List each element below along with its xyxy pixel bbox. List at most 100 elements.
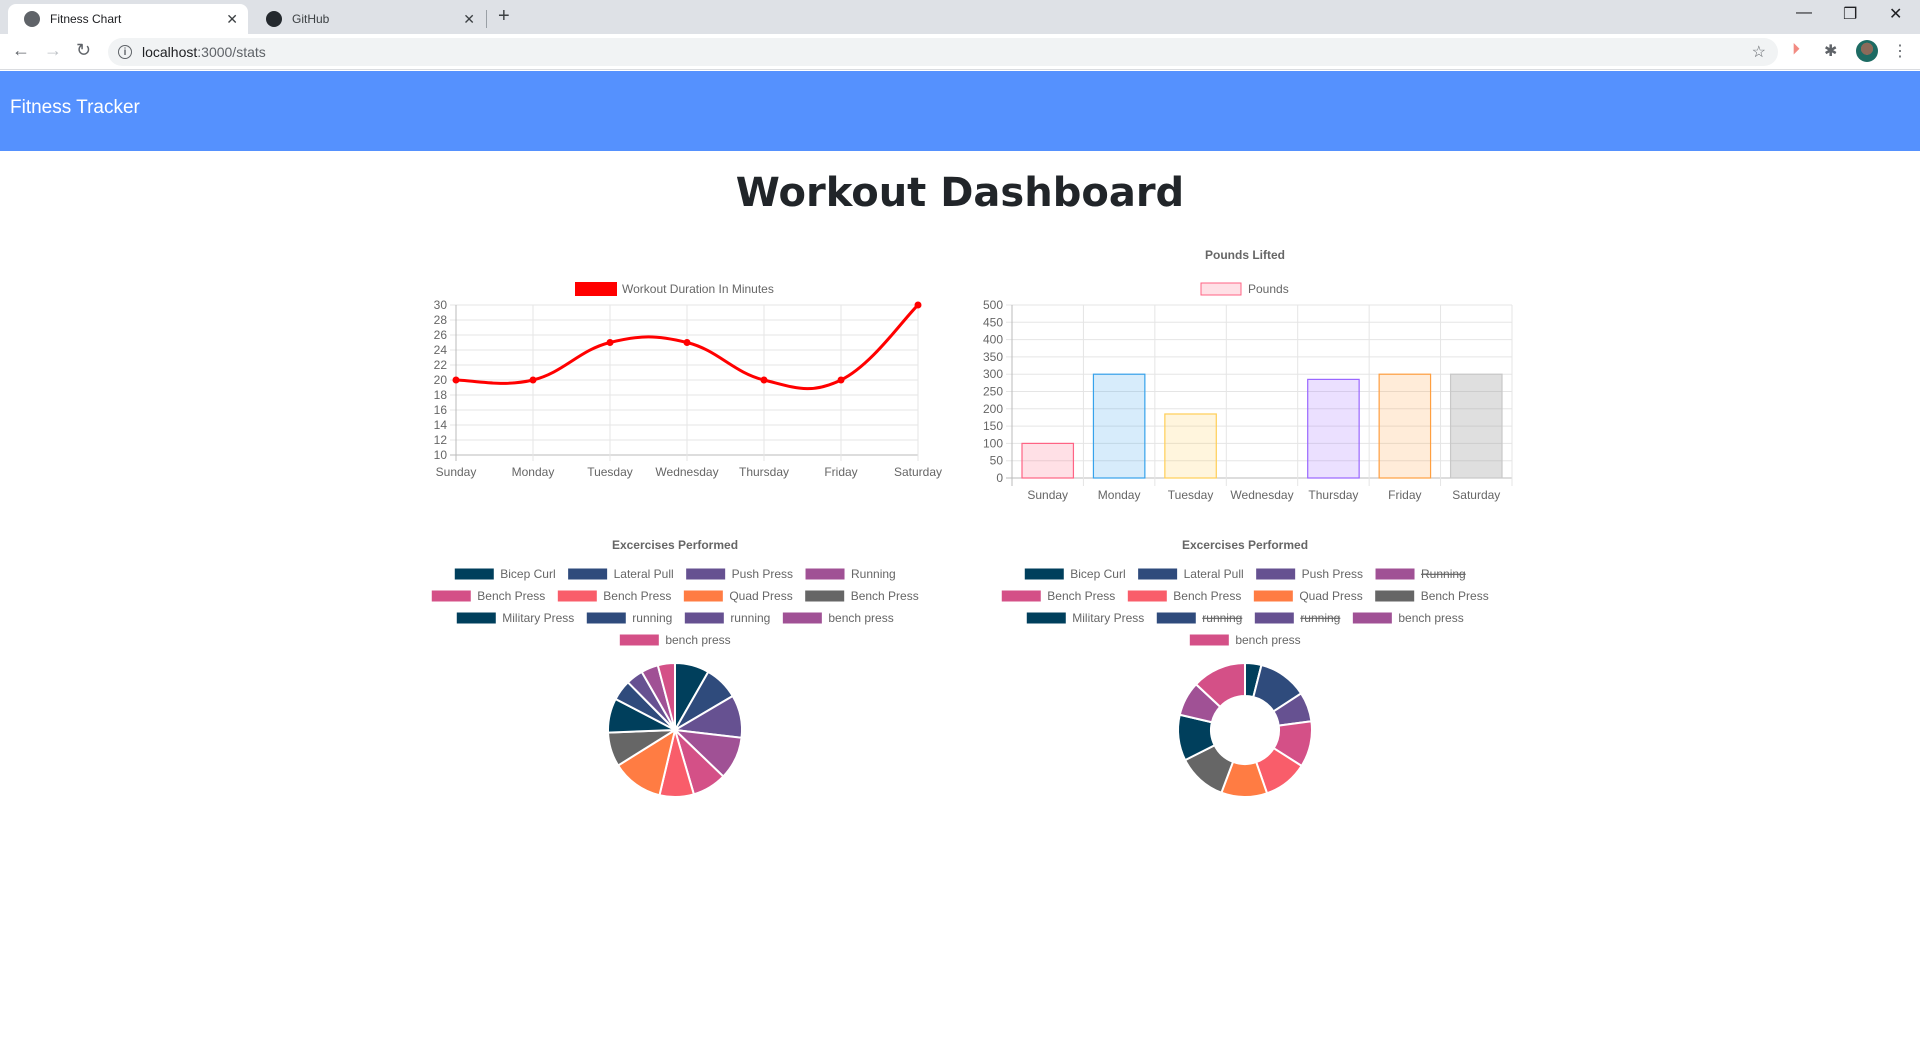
x-tick-label: Sunday <box>436 465 477 479</box>
legend-label[interactable]: bench press <box>665 633 730 647</box>
legend-swatch[interactable] <box>1137 567 1179 581</box>
legend-item[interactable]: Quad Press <box>682 589 793 603</box>
legend-label[interactable]: running <box>1202 611 1242 625</box>
legend-item[interactable]: Quad Press <box>1252 589 1363 603</box>
legend-item[interactable]: bench press <box>781 611 894 625</box>
legend-item[interactable]: Bench Press <box>430 589 545 603</box>
legend-swatch[interactable] <box>1351 611 1393 625</box>
legend-label[interactable]: Bicep Curl <box>500 567 555 581</box>
y-tick-label: 450 <box>983 315 1003 329</box>
legend-item[interactable]: bench press <box>1188 633 1301 647</box>
legend-swatch[interactable] <box>682 589 724 603</box>
legend-swatch[interactable] <box>430 589 472 603</box>
legend-item[interactable]: Bench Press <box>556 589 671 603</box>
legend-item[interactable]: Military Press <box>1025 611 1144 625</box>
y-tick-label: 12 <box>434 433 448 447</box>
bar[interactable] <box>1164 413 1217 479</box>
legend-label[interactable]: running <box>1300 611 1340 625</box>
legend-swatch[interactable] <box>1253 611 1295 625</box>
data-point[interactable] <box>529 376 537 384</box>
x-tick-label: Thursday <box>1308 488 1358 502</box>
legend-label[interactable]: Bench Press <box>1421 589 1489 603</box>
legend-item[interactable]: running <box>1155 611 1242 625</box>
legend-item[interactable]: Bench Press <box>1374 589 1489 603</box>
legend-swatch[interactable] <box>1025 611 1067 625</box>
bar[interactable] <box>1021 442 1075 479</box>
data-point[interactable] <box>606 339 614 346</box>
legend-swatch[interactable] <box>1188 633 1230 647</box>
legend-label[interactable]: Workout Duration In Minutes <box>622 282 774 296</box>
legend-swatch[interactable] <box>575 282 617 296</box>
legend-label[interactable]: Bench Press <box>603 589 671 603</box>
legend-item[interactable]: running <box>1253 611 1340 625</box>
legend-swatch[interactable] <box>585 611 627 625</box>
legend-swatch[interactable] <box>567 567 609 581</box>
legend-item[interactable]: Bicep Curl <box>1023 567 1126 581</box>
legend-label[interactable]: Lateral Pull <box>614 567 674 581</box>
legend-item[interactable]: Push Press <box>685 567 793 581</box>
data-point[interactable] <box>914 301 922 309</box>
legend-item[interactable]: Running <box>804 567 896 581</box>
legend-swatch[interactable] <box>683 611 725 625</box>
legend-label[interactable]: Bicep Curl <box>1070 567 1125 581</box>
legend-item[interactable]: bench press <box>618 633 731 647</box>
legend-swatch[interactable] <box>1023 567 1065 581</box>
legend-item[interactable]: Bench Press <box>1126 589 1241 603</box>
legend-swatch[interactable] <box>1000 589 1042 603</box>
legend-label[interactable]: bench press <box>1398 611 1463 625</box>
legend-swatch[interactable] <box>781 611 823 625</box>
legend-swatch[interactable] <box>1255 567 1297 581</box>
legend-label[interactable]: running <box>730 611 770 625</box>
legend-label[interactable]: Military Press <box>502 611 574 625</box>
legend-swatch[interactable] <box>804 567 846 581</box>
y-tick-label: 10 <box>434 448 448 462</box>
legend-swatch[interactable] <box>556 589 598 603</box>
legend-swatch[interactable] <box>1252 589 1294 603</box>
legend-swatch[interactable] <box>1155 611 1197 625</box>
data-point[interactable] <box>837 376 845 384</box>
legend-item[interactable]: Bench Press <box>804 589 919 603</box>
legend-label[interactable]: Quad Press <box>1299 589 1362 603</box>
legend-label[interactable]: bench press <box>828 611 893 625</box>
legend-label[interactable]: Push Press <box>732 567 793 581</box>
legend-item[interactable]: running <box>683 611 770 625</box>
legend-item[interactable]: Bench Press <box>1000 589 1115 603</box>
data-point[interactable] <box>683 339 691 346</box>
legend-swatch[interactable] <box>1374 589 1416 603</box>
legend-swatch[interactable] <box>455 611 497 625</box>
legend-swatch[interactable] <box>1126 589 1168 603</box>
legend-label[interactable]: Bench Press <box>477 589 545 603</box>
legend-label[interactable]: Quad Press <box>729 589 792 603</box>
bar[interactable] <box>1378 373 1432 479</box>
legend-label[interactable]: Running <box>1421 567 1466 581</box>
legend-item[interactable]: bench press <box>1351 611 1464 625</box>
legend-label[interactable]: Bench Press <box>1173 589 1241 603</box>
bar[interactable] <box>1307 378 1360 479</box>
legend-item[interactable]: Push Press <box>1255 567 1363 581</box>
legend-label[interactable]: Running <box>851 567 896 581</box>
bar[interactable] <box>1092 373 1146 479</box>
legend-item[interactable]: Lateral Pull <box>567 567 674 581</box>
legend-label[interactable]: Military Press <box>1072 611 1144 625</box>
legend-label[interactable]: Push Press <box>1302 567 1363 581</box>
legend-swatch[interactable] <box>1200 282 1242 296</box>
legend-label[interactable]: Bench Press <box>851 589 919 603</box>
legend-item[interactable]: Running <box>1374 567 1466 581</box>
legend-swatch[interactable] <box>453 567 495 581</box>
legend-label[interactable]: running <box>632 611 672 625</box>
legend-item[interactable]: Bicep Curl <box>453 567 556 581</box>
legend-item[interactable]: Military Press <box>455 611 574 625</box>
legend-item[interactable]: running <box>585 611 672 625</box>
legend-label[interactable]: Bench Press <box>1047 589 1115 603</box>
legend-swatch[interactable] <box>685 567 727 581</box>
legend-label[interactable]: bench press <box>1235 633 1300 647</box>
legend-swatch[interactable] <box>1374 567 1416 581</box>
legend-item[interactable]: Lateral Pull <box>1137 567 1244 581</box>
data-point[interactable] <box>452 376 460 384</box>
legend-swatch[interactable] <box>618 633 660 647</box>
data-point[interactable] <box>760 376 768 384</box>
legend-label[interactable]: Lateral Pull <box>1184 567 1244 581</box>
legend-swatch[interactable] <box>804 589 846 603</box>
legend-label[interactable]: Pounds <box>1248 282 1289 296</box>
bar[interactable] <box>1449 373 1503 479</box>
